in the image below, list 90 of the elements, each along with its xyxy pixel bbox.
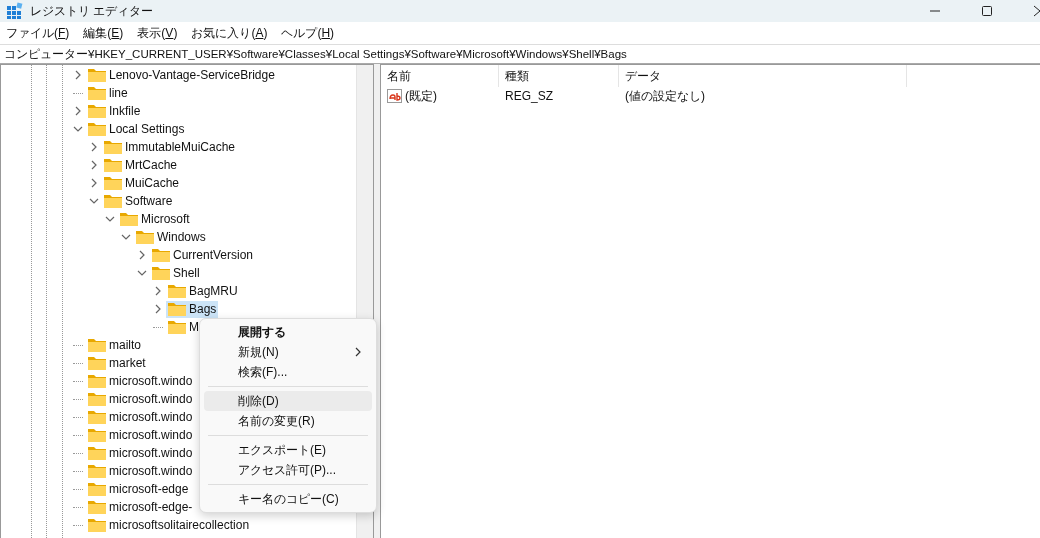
- folder-icon: [88, 86, 106, 100]
- string-value-icon: [387, 89, 403, 103]
- tree-item[interactable]: microsoftsolitairecollection: [86, 516, 252, 534]
- tree-item[interactable]: Microsoft: [118, 210, 192, 228]
- tree-item[interactable]: ImmutableMuiCache: [102, 138, 238, 156]
- folder-icon: [168, 284, 186, 298]
- chevron-down-icon[interactable]: [121, 232, 131, 242]
- folder-icon: [104, 194, 122, 208]
- folder-icon: [88, 410, 106, 424]
- tree-item[interactable]: microsoft.windo: [86, 372, 195, 390]
- menu-item[interactable]: キー名のコピー(C): [204, 489, 372, 509]
- folder-icon: [168, 320, 186, 334]
- menu-item[interactable]: 検索(F)...: [204, 362, 372, 382]
- column-header[interactable]: 種類: [499, 65, 619, 87]
- value-type: REG_SZ: [504, 89, 554, 103]
- folder-icon: [104, 158, 122, 172]
- tree-item[interactable]: line: [86, 84, 130, 102]
- folder-icon: [88, 392, 106, 406]
- chevron-right-icon[interactable]: [137, 250, 147, 260]
- folder-icon: [152, 266, 170, 280]
- tree-item[interactable]: Windows: [134, 228, 208, 246]
- tree-item[interactable]: microsoft.windo: [86, 462, 195, 480]
- menu-item[interactable]: 削除(D): [204, 391, 372, 411]
- window-title: レジストリ エディター: [30, 2, 154, 20]
- column-header[interactable]: データ: [619, 65, 907, 87]
- tree-item[interactable]: Inkfile: [86, 102, 143, 120]
- folder-icon: [136, 230, 154, 244]
- menu-item[interactable]: ファイル(F): [6, 24, 70, 42]
- folder-icon: [120, 212, 138, 226]
- chevron-right-icon[interactable]: [153, 286, 163, 296]
- folder-icon: [88, 338, 106, 352]
- folder-icon: [88, 68, 106, 82]
- address-bar[interactable]: コンピューター¥HKEY_CURRENT_USER¥Software¥Classes¥Local Settings¥Software¥Microsoft¥Windows¥Shell¥Bags: [0, 44, 1040, 64]
- folder-icon: [88, 104, 106, 118]
- menu-item[interactable]: エクスポート(E): [204, 440, 372, 460]
- folder-icon: [88, 464, 106, 478]
- chevron-right-icon[interactable]: [73, 106, 83, 116]
- column-header[interactable]: 名前: [381, 65, 499, 87]
- menu-item[interactable]: お気に入り(A): [191, 24, 268, 42]
- close-icon[interactable]: [1033, 5, 1040, 17]
- tree-item[interactable]: Shell: [150, 264, 202, 282]
- value-data: (値の設定なし): [624, 87, 706, 105]
- tree-item[interactable]: Bags: [166, 300, 219, 318]
- menu-item[interactable]: 展開する: [204, 322, 372, 342]
- chevron-right-icon[interactable]: [89, 160, 99, 170]
- menu-item[interactable]: 編集(E): [83, 24, 124, 42]
- menu-item[interactable]: 表示(V): [137, 24, 178, 42]
- chevron-down-icon[interactable]: [89, 196, 99, 206]
- folder-icon: [88, 374, 106, 388]
- chevron-right-icon[interactable]: [89, 178, 99, 188]
- maximize-icon[interactable]: [981, 5, 993, 17]
- chevron-right-icon[interactable]: [153, 304, 163, 314]
- tree-item[interactable]: BagMRU: [166, 282, 240, 300]
- tree-item[interactable]: Software: [102, 192, 175, 210]
- tree-item[interactable]: M: [166, 318, 201, 336]
- tree-item[interactable]: mailto: [86, 336, 143, 354]
- tree-item[interactable]: microsoft.windo: [86, 444, 195, 462]
- chevron-right-icon[interactable]: [89, 142, 99, 152]
- tree-item[interactable]: microsoft.windo: [86, 390, 195, 408]
- tree-item[interactable]: market: [86, 354, 148, 372]
- folder-icon: [88, 356, 106, 370]
- folder-icon: [88, 518, 106, 532]
- chevron-right-icon[interactable]: [73, 70, 83, 80]
- folder-icon: [88, 428, 106, 442]
- folder-icon: [104, 140, 122, 154]
- chevron-down-icon[interactable]: [105, 214, 115, 224]
- chevron-down-icon[interactable]: [137, 268, 147, 278]
- value-name: (既定): [405, 87, 437, 105]
- tree-item[interactable]: CurrentVersion: [150, 246, 256, 264]
- tree-item[interactable]: microsoft-edge: [86, 480, 191, 498]
- folder-icon: [88, 482, 106, 496]
- tree-item[interactable]: Local Settings: [86, 120, 187, 138]
- folder-icon: [168, 302, 186, 316]
- menu-item[interactable]: アクセス許可(P)...: [204, 460, 372, 480]
- tree-item[interactable]: Lenovo-Vantage-ServiceBridge: [86, 66, 277, 84]
- folder-icon: [88, 122, 106, 136]
- tree-item[interactable]: MuiCache: [102, 174, 182, 192]
- folder-icon: [88, 500, 106, 514]
- folder-icon: [152, 248, 170, 262]
- menu-item[interactable]: 名前の変更(R): [204, 411, 372, 431]
- folder-icon: [88, 446, 106, 460]
- chevron-down-icon[interactable]: [73, 124, 83, 134]
- menu-item[interactable]: ヘルプ(H): [281, 24, 335, 42]
- tree-item[interactable]: microsoft-edge-: [86, 498, 195, 516]
- folder-icon: [104, 176, 122, 190]
- tree-item[interactable]: MrtCache: [102, 156, 179, 174]
- registry-icon: [6, 2, 24, 20]
- tree-item[interactable]: microsoft.windo: [86, 426, 195, 444]
- menu-item[interactable]: 新規(N): [204, 342, 372, 362]
- tree-item[interactable]: microsoft.windo: [86, 408, 195, 426]
